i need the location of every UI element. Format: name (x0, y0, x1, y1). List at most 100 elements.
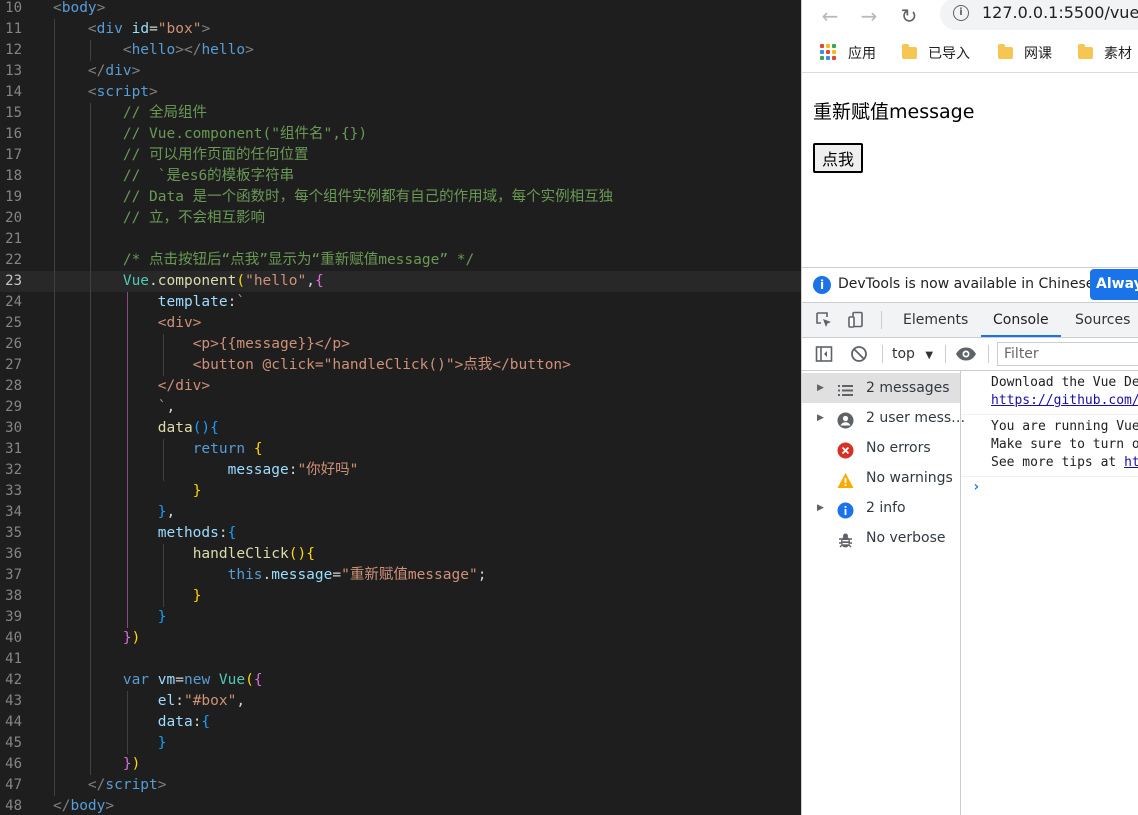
code-line[interactable]: 41 (0, 649, 801, 670)
code-line[interactable]: 40 }) (0, 628, 801, 649)
code-line[interactable]: 12 <hello></hello> (0, 40, 801, 61)
devtools-panel: i DevTools is now available in Chinese! … (802, 267, 1138, 815)
line-number: 36 (5, 546, 22, 562)
tab-sources[interactable]: Sources (1075, 303, 1130, 337)
code-text: // 全局组件 (53, 103, 207, 124)
code-line[interactable]: 39 } (0, 607, 801, 628)
console-filter-input[interactable] (997, 342, 1138, 366)
code-line[interactable]: 14 <script> (0, 82, 801, 103)
device-toolbar-icon[interactable] (847, 311, 865, 329)
code-line[interactable]: 17 // 可以用作页面的任何位置 (0, 145, 801, 166)
code-line[interactable]: 44 data:{ (0, 712, 801, 733)
code-editor[interactable]: 10 <body> 11 <div id="box"> 12 <hello></hel… (0, 0, 801, 815)
inspect-element-icon[interactable] (815, 311, 833, 329)
clear-console-icon[interactable] (850, 345, 868, 363)
tab-elements[interactable]: Elements (903, 303, 968, 337)
code-line[interactable]: 33 } (0, 481, 801, 502)
code-line[interactable]: 22 /* 点击按钮后“点我”显示为“重新赋值message” */ (0, 250, 801, 271)
code-line[interactable]: 34 }, (0, 502, 801, 523)
line-number: 41 (5, 651, 22, 667)
code-text: template:` (53, 292, 245, 313)
sidebar-toggle-icon[interactable] (815, 345, 833, 363)
always-match-language-button[interactable]: Always (1090, 269, 1138, 300)
code-line[interactable]: 35 methods:{ (0, 523, 801, 544)
code-line[interactable]: 47 </script> (0, 775, 801, 796)
eye-icon[interactable] (955, 345, 977, 363)
code-line[interactable]: 32 message:"你好吗" (0, 460, 801, 481)
code-line[interactable]: 45 } (0, 733, 801, 754)
bookmark-item[interactable]: 应用 (820, 44, 876, 64)
forward-arrow-icon[interactable]: → (857, 4, 881, 28)
code-line[interactable]: 21 (0, 229, 801, 250)
console-link[interactable]: https://github.com/vuejs/vue-devtools (991, 393, 1138, 408)
line-number: 32 (5, 462, 22, 478)
code-token: = (149, 21, 158, 37)
code-line[interactable]: 28 </div> (0, 376, 801, 397)
code-line[interactable]: 20 // 立，不会相互影响 (0, 208, 801, 229)
code-line[interactable]: 42 var vm=new Vue({ (0, 670, 801, 691)
code-line[interactable]: 16 // Vue.component("组件名",{}) (0, 124, 801, 145)
bookmark-item[interactable]: 网课 (998, 44, 1052, 64)
code-line[interactable]: 36 handleClick(){ (0, 544, 801, 565)
code-line[interactable]: 25 <div> (0, 313, 801, 334)
bookmark-label: 应用 (848, 46, 876, 62)
code-line[interactable]: 43 el:"#box", (0, 691, 801, 712)
line-number: 42 (5, 672, 22, 688)
code-token: ></ (175, 42, 202, 58)
code-line[interactable]: 13 </div> (0, 61, 801, 82)
code-line[interactable]: 23 Vue.component("hello",{ (0, 271, 801, 292)
code-line[interactable]: 27 <button @click="handleClick()">点我</bu… (0, 355, 801, 376)
console-sidebar-item[interactable]: ▶ 2 messages (802, 373, 960, 403)
console-sidebar-label: No verbose (866, 530, 946, 546)
code-line[interactable]: 15 // 全局组件 (0, 103, 801, 124)
context-selector[interactable]: top ▼ (892, 338, 933, 370)
bookmark-item[interactable]: 已导入 (902, 44, 970, 64)
console-log[interactable]: Download the Vue Devtools https://github.… (962, 371, 1138, 815)
back-arrow-icon[interactable]: ← (818, 4, 842, 28)
code-token: // `是es6的模板字符串 (122, 168, 295, 184)
code-line[interactable]: 29 `, (0, 397, 801, 418)
code-token: < (87, 21, 97, 37)
code-token: Vue (218, 672, 246, 688)
code-line[interactable]: 48 </body> (0, 796, 801, 815)
code-line[interactable]: 26 <p>{{message}}</p> (0, 334, 801, 355)
tab-console[interactable]: Console (981, 303, 1061, 337)
code-token: "重新赋值message" (341, 567, 478, 583)
console-sidebar-item[interactable]: No verbose (802, 523, 960, 553)
address-bar[interactable]: i 127.0.0.1:5500/vue/ (940, 0, 1138, 30)
code-token: ` (157, 399, 167, 415)
expand-arrow-icon[interactable]: ▶ (817, 373, 824, 403)
code-line[interactable]: 18 // `是es6的模板字符串 (0, 166, 801, 187)
code-line[interactable]: 19 // Data 是一个函数时，每个组件实例都有自己的作用域，每个实例相互独 (0, 187, 801, 208)
code-line[interactable]: 38 } (0, 586, 801, 607)
code-line[interactable]: 11 <div id="box"> (0, 19, 801, 40)
indent-guide (90, 103, 92, 775)
console-link[interactable]: https://vuejs.org/guide/deployment.html (1124, 455, 1138, 470)
code-line[interactable]: 37 this.message="重新赋值message"; (0, 565, 801, 586)
code-token: </ (87, 63, 106, 79)
click-me-button[interactable]: 点我 (813, 143, 864, 173)
console-sidebar-item[interactable]: No errors (802, 433, 960, 463)
expand-arrow-icon[interactable]: ▶ (817, 493, 824, 523)
bookmark-item[interactable]: 素材 (1078, 44, 1132, 64)
console-sidebar-item[interactable]: ▶ 2 user mess… (802, 403, 965, 433)
code-line[interactable]: 30 data(){ (0, 418, 801, 439)
code-token: { (253, 441, 263, 457)
console-prompt-icon[interactable]: › (972, 479, 980, 495)
expand-arrow-icon[interactable]: ▶ (817, 403, 824, 433)
code-token: hello (131, 42, 176, 58)
line-number: 34 (5, 504, 22, 520)
code-token: ; (477, 567, 487, 583)
code-line[interactable]: 46 }) (0, 754, 801, 775)
code-token: "hello" (245, 273, 307, 289)
line-number: 23 (5, 273, 22, 289)
site-info-icon[interactable]: i (953, 5, 969, 21)
code-line[interactable]: 31 return { (0, 439, 801, 460)
code-line[interactable]: 24 template:` (0, 292, 801, 313)
console-sidebar-item[interactable]: No warnings (802, 463, 960, 493)
reload-icon[interactable]: ↻ (897, 4, 921, 28)
code-line[interactable]: 10 <body> (0, 0, 801, 19)
console-sidebar-item[interactable]: ▶ 2 info (802, 493, 960, 523)
